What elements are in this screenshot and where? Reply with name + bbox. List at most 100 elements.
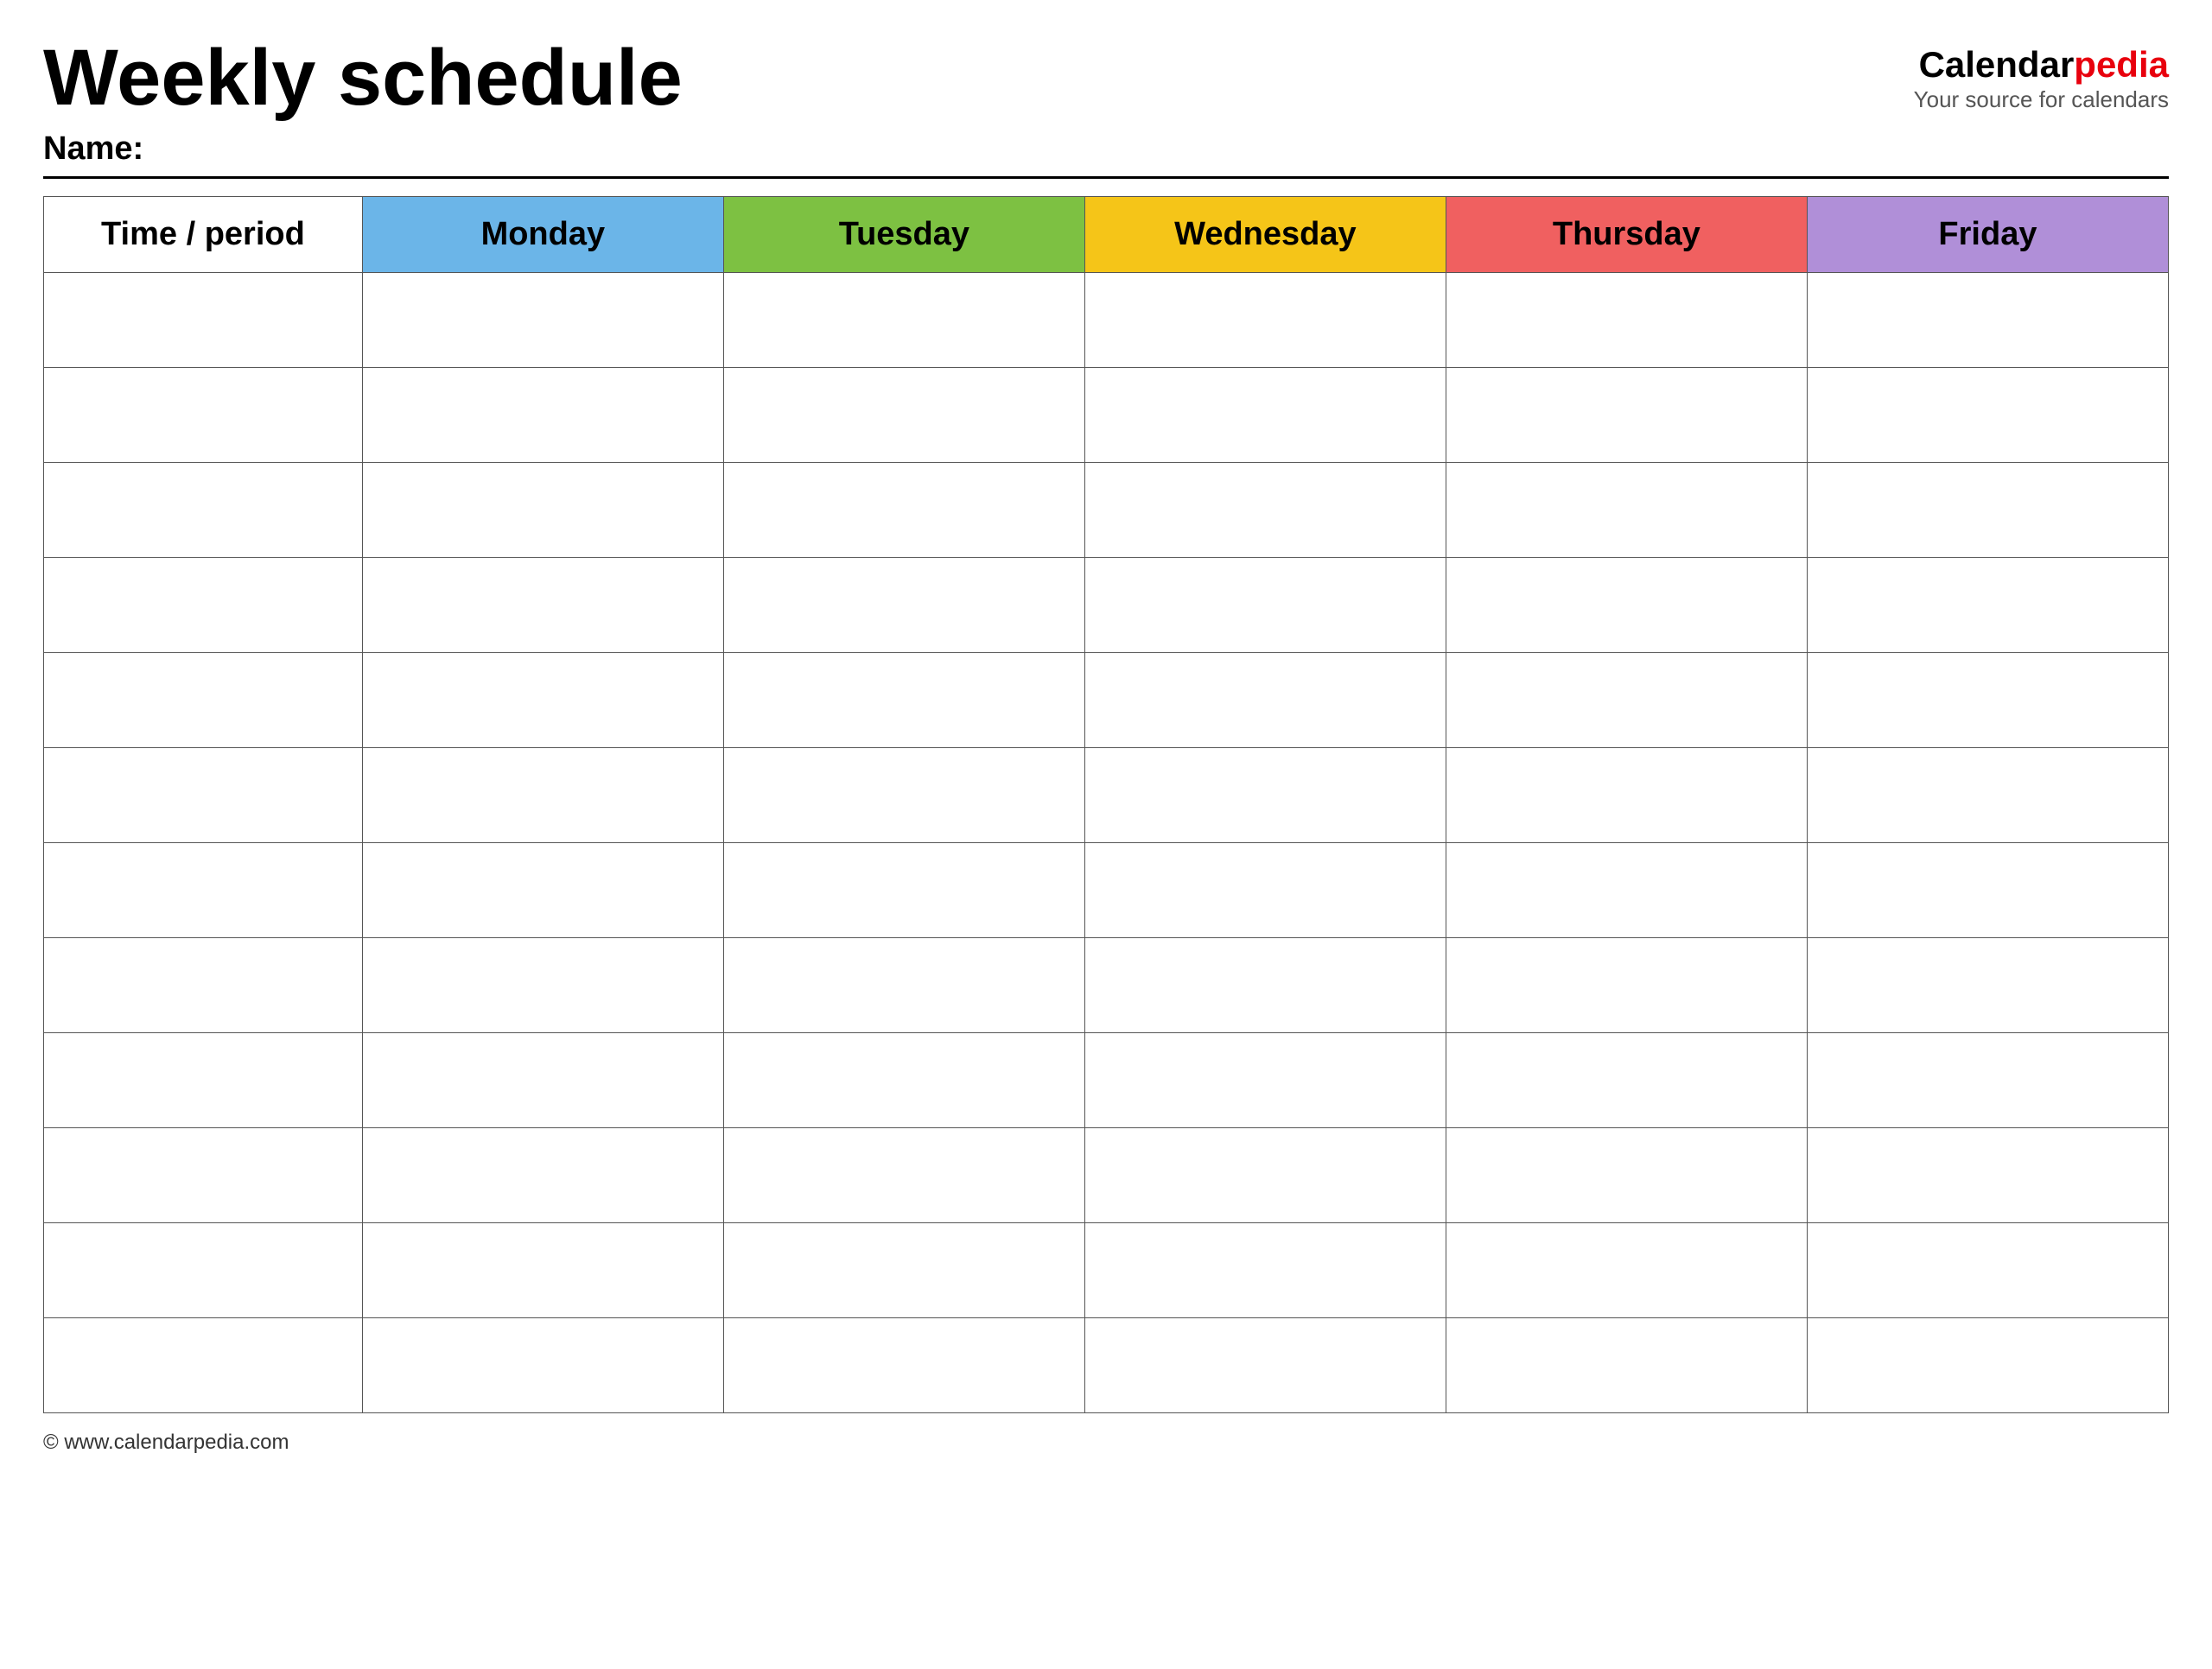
page-header: Weekly schedule Name: Calendarpedia Your…: [43, 35, 2169, 168]
schedule-cell[interactable]: [362, 463, 723, 558]
schedule-cell[interactable]: [1807, 843, 2168, 938]
schedule-cell[interactable]: [1807, 1128, 2168, 1223]
time-cell[interactable]: [44, 1318, 363, 1413]
time-cell[interactable]: [44, 273, 363, 368]
schedule-cell[interactable]: [723, 558, 1084, 653]
table-row: [44, 368, 2169, 463]
schedule-cell[interactable]: [723, 938, 1084, 1033]
schedule-cell[interactable]: [1084, 938, 1446, 1033]
schedule-cell[interactable]: [362, 273, 723, 368]
title-area: Weekly schedule Name:: [43, 35, 1914, 168]
table-header-row: Time / period Monday Tuesday Wednesday T…: [44, 197, 2169, 273]
schedule-cell[interactable]: [1084, 1033, 1446, 1128]
schedule-cell[interactable]: [723, 1033, 1084, 1128]
time-cell[interactable]: [44, 1128, 363, 1223]
footer: © www.calendarpedia.com: [43, 1431, 2169, 1455]
schedule-cell[interactable]: [1446, 748, 1807, 843]
schedule-cell[interactable]: [362, 558, 723, 653]
page-title: Weekly schedule: [43, 35, 1914, 122]
schedule-table: Time / period Monday Tuesday Wednesday T…: [43, 196, 2169, 1413]
schedule-cell[interactable]: [723, 1128, 1084, 1223]
logo-calendar-text: Calendar: [1919, 44, 2075, 85]
schedule-cell[interactable]: [1807, 463, 2168, 558]
schedule-cell[interactable]: [1084, 653, 1446, 748]
schedule-cell[interactable]: [1446, 1318, 1807, 1413]
schedule-cell[interactable]: [723, 463, 1084, 558]
table-row: [44, 463, 2169, 558]
schedule-cell[interactable]: [1807, 558, 2168, 653]
schedule-cell[interactable]: [1807, 938, 2168, 1033]
schedule-cell[interactable]: [1084, 1223, 1446, 1318]
time-cell[interactable]: [44, 843, 363, 938]
table-row: [44, 1033, 2169, 1128]
schedule-cell[interactable]: [1446, 938, 1807, 1033]
schedule-cell[interactable]: [1807, 368, 2168, 463]
top-divider: [43, 176, 2169, 179]
schedule-cell[interactable]: [1446, 1128, 1807, 1223]
schedule-cell[interactable]: [1084, 273, 1446, 368]
schedule-cell[interactable]: [1446, 558, 1807, 653]
schedule-cell[interactable]: [362, 938, 723, 1033]
time-cell[interactable]: [44, 748, 363, 843]
time-cell[interactable]: [44, 558, 363, 653]
col-header-thursday: Thursday: [1446, 197, 1807, 273]
schedule-cell[interactable]: [1446, 368, 1807, 463]
table-row: [44, 653, 2169, 748]
schedule-cell[interactable]: [362, 1033, 723, 1128]
schedule-cell[interactable]: [1084, 748, 1446, 843]
schedule-cell[interactable]: [723, 368, 1084, 463]
schedule-cell[interactable]: [1446, 843, 1807, 938]
col-header-tuesday: Tuesday: [723, 197, 1084, 273]
schedule-cell[interactable]: [723, 653, 1084, 748]
schedule-cell[interactable]: [1446, 1223, 1807, 1318]
schedule-cell[interactable]: [362, 653, 723, 748]
name-label: Name:: [43, 130, 1914, 168]
schedule-cell[interactable]: [1807, 1223, 2168, 1318]
schedule-cell[interactable]: [723, 1223, 1084, 1318]
schedule-body: [44, 273, 2169, 1413]
schedule-cell[interactable]: [362, 748, 723, 843]
time-cell[interactable]: [44, 653, 363, 748]
table-row: [44, 1223, 2169, 1318]
schedule-cell[interactable]: [723, 273, 1084, 368]
schedule-cell[interactable]: [723, 843, 1084, 938]
schedule-cell[interactable]: [1084, 558, 1446, 653]
footer-url: © www.calendarpedia.com: [43, 1431, 289, 1454]
schedule-cell[interactable]: [723, 1318, 1084, 1413]
table-row: [44, 748, 2169, 843]
table-row: [44, 1318, 2169, 1413]
time-cell[interactable]: [44, 368, 363, 463]
logo: Calendarpedia Your source for calendars: [1914, 43, 2169, 114]
table-row: [44, 843, 2169, 938]
schedule-cell[interactable]: [1807, 1318, 2168, 1413]
time-cell[interactable]: [44, 1223, 363, 1318]
time-cell[interactable]: [44, 1033, 363, 1128]
schedule-cell[interactable]: [362, 1128, 723, 1223]
schedule-cell[interactable]: [362, 368, 723, 463]
schedule-cell[interactable]: [1084, 843, 1446, 938]
time-cell[interactable]: [44, 463, 363, 558]
table-row: [44, 273, 2169, 368]
schedule-cell[interactable]: [1446, 463, 1807, 558]
logo-tagline: Your source for calendars: [1914, 86, 2169, 113]
col-header-wednesday: Wednesday: [1084, 197, 1446, 273]
schedule-cell[interactable]: [362, 1223, 723, 1318]
schedule-cell[interactable]: [1084, 463, 1446, 558]
schedule-cell[interactable]: [1446, 653, 1807, 748]
col-header-monday: Monday: [362, 197, 723, 273]
schedule-cell[interactable]: [1084, 368, 1446, 463]
schedule-cell[interactable]: [1446, 1033, 1807, 1128]
schedule-cell[interactable]: [1807, 653, 2168, 748]
schedule-cell[interactable]: [723, 748, 1084, 843]
logo-area: Calendarpedia Your source for calendars: [1914, 35, 2169, 114]
table-row: [44, 1128, 2169, 1223]
schedule-cell[interactable]: [1084, 1318, 1446, 1413]
schedule-cell[interactable]: [1807, 748, 2168, 843]
schedule-cell[interactable]: [1446, 273, 1807, 368]
schedule-cell[interactable]: [362, 843, 723, 938]
schedule-cell[interactable]: [1807, 1033, 2168, 1128]
time-cell[interactable]: [44, 938, 363, 1033]
schedule-cell[interactable]: [1084, 1128, 1446, 1223]
schedule-cell[interactable]: [1807, 273, 2168, 368]
schedule-cell[interactable]: [362, 1318, 723, 1413]
